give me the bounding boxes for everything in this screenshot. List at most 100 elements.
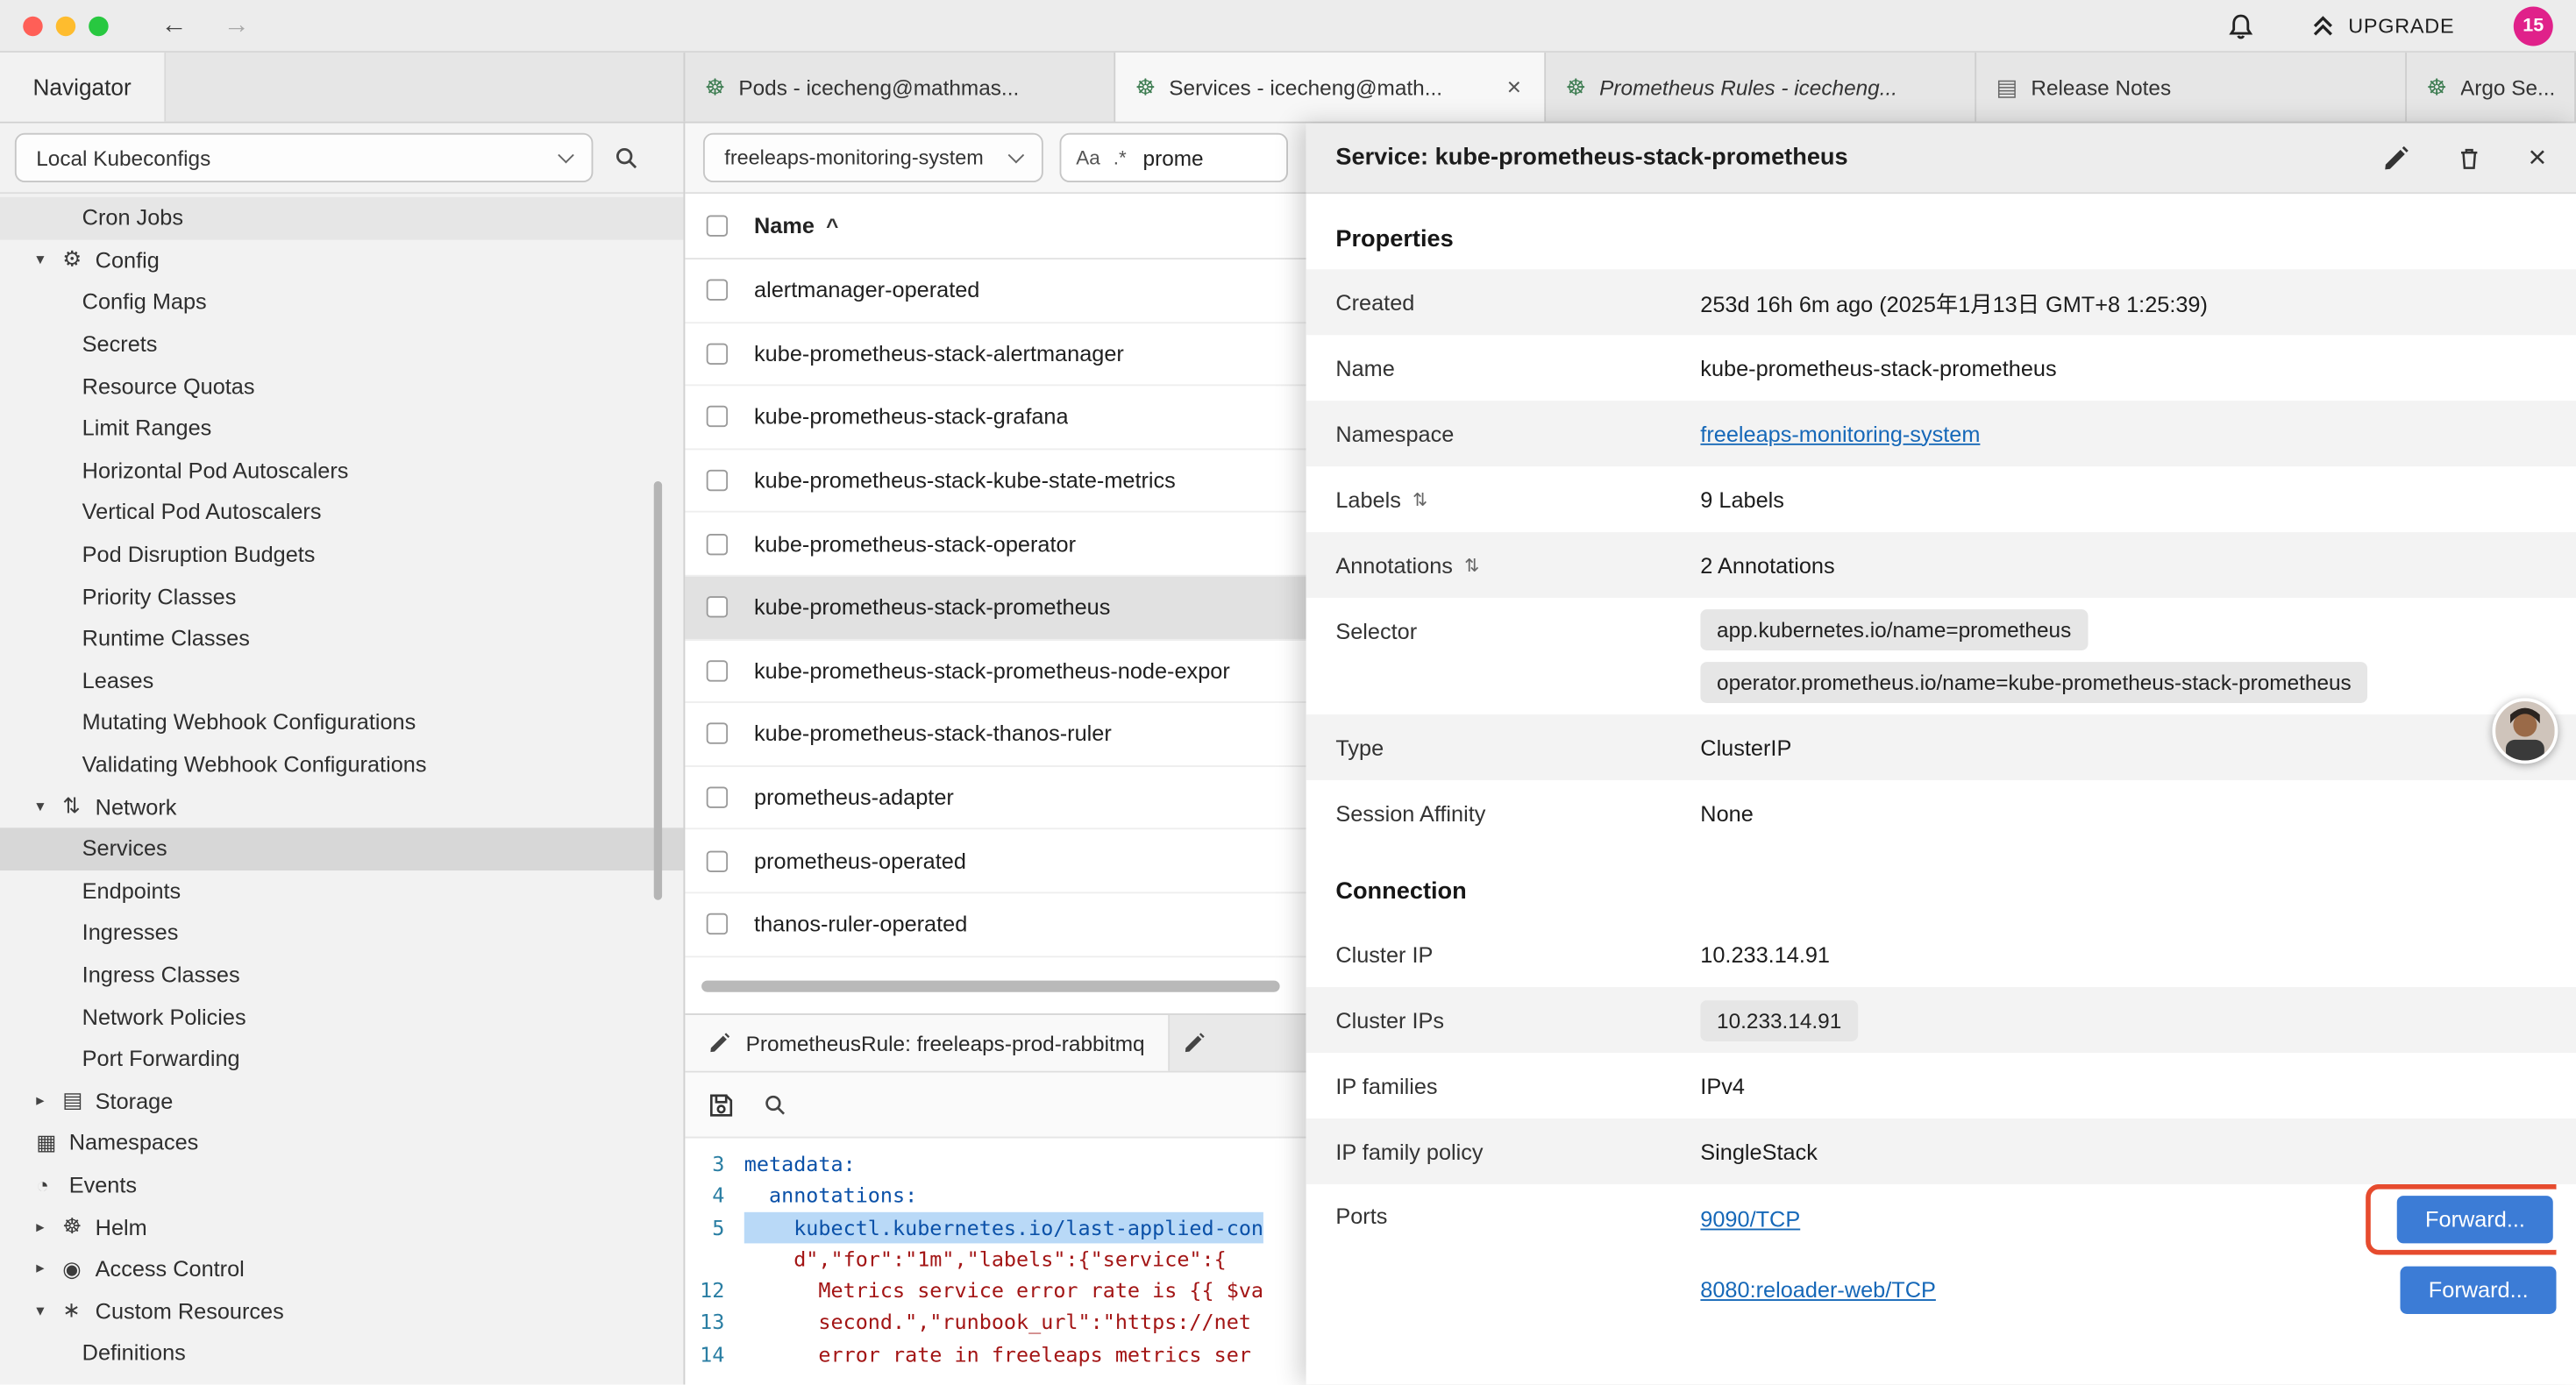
sidebar-item-label: Definitions xyxy=(82,1341,186,1366)
sort-ascending-icon[interactable]: ^ xyxy=(826,214,838,238)
table-row-kube-prometheus-stack-thanos-ruler[interactable]: kube-prometheus-stack-thanos-ruler xyxy=(685,703,1306,766)
table-horizontal-scrollbar[interactable] xyxy=(701,980,1280,991)
row-checkbox[interactable] xyxy=(707,280,728,301)
pencil-icon xyxy=(2382,144,2410,172)
sidebar-item-ingresses[interactable]: Ingresses xyxy=(0,912,683,954)
row-checkbox[interactable] xyxy=(707,597,728,618)
close-drawer-button[interactable]: × xyxy=(2528,142,2546,174)
tab-argo-se[interactable]: ☸Argo Se... xyxy=(2407,53,2576,122)
sidebar-item-namespaces[interactable]: ▦Namespaces xyxy=(0,1122,683,1164)
sidebar-item-config-maps[interactable]: Config Maps xyxy=(0,281,683,323)
row-checkbox[interactable] xyxy=(707,913,728,934)
close-window-button[interactable] xyxy=(23,16,42,35)
sidebar-item-secrets[interactable]: Secrets xyxy=(0,323,683,366)
editor-search-icon[interactable] xyxy=(762,1091,788,1118)
minimize-window-button[interactable] xyxy=(56,16,75,35)
sidebar-item-runtime-classes[interactable]: Runtime Classes xyxy=(0,617,683,659)
table-row-alertmanager-operated[interactable]: alertmanager-operated xyxy=(685,259,1306,323)
dock-tab-prometheusrule[interactable]: PrometheusRule: freeleaps-prod-rabbitmq xyxy=(685,1015,1169,1071)
namespace-link[interactable]: freeleaps-monitoring-system xyxy=(1700,422,1980,446)
dock-tab-next-partial[interactable] xyxy=(1170,1015,1206,1071)
sidebar-item-helm[interactable]: ▸☸Helm xyxy=(0,1206,683,1248)
chevron-down-icon[interactable]: ▾ xyxy=(36,1302,62,1320)
row-checkbox[interactable] xyxy=(707,723,728,744)
sidebar-item-resource-quotas[interactable]: Resource Quotas xyxy=(0,366,683,408)
sidebar-item-horizontal-pod-autoscalers[interactable]: Horizontal Pod Autoscalers xyxy=(0,450,683,492)
sidebar-search-icon[interactable] xyxy=(613,144,641,172)
zoom-window-button[interactable] xyxy=(89,16,108,35)
search-input[interactable] xyxy=(1140,144,1238,172)
notifications-bell-icon[interactable] xyxy=(2227,11,2257,40)
tab-release-notes[interactable]: ▤Release Notes xyxy=(1976,53,2407,122)
history-back-button[interactable]: ← xyxy=(151,12,196,39)
save-icon[interactable] xyxy=(707,1090,737,1119)
sidebar-item-config[interactable]: ▾⚙Config xyxy=(0,239,683,281)
port-forward-button[interactable]: Forward... xyxy=(2397,1196,2553,1243)
kubeconfig-selector[interactable]: Local Kubeconfigs xyxy=(15,133,594,182)
sidebar-item-cron-jobs[interactable]: Cron Jobs xyxy=(0,197,683,239)
row-checkbox[interactable] xyxy=(707,850,728,871)
sidebar-item-port-forwarding[interactable]: Port Forwarding xyxy=(0,1038,683,1080)
sidebar-item-limit-ranges[interactable]: Limit Ranges xyxy=(0,408,683,450)
sidebar-item-network[interactable]: ▾⇅Network xyxy=(0,785,683,827)
row-checkbox[interactable] xyxy=(707,660,728,681)
table-row-kube-prometheus-stack-prometheus[interactable]: kube-prometheus-stack-prometheus xyxy=(685,577,1306,640)
sidebar-item-vertical-pod-autoscalers[interactable]: Vertical Pod Autoscalers xyxy=(0,492,683,534)
sidebar-item-definitions[interactable]: Definitions xyxy=(0,1332,683,1374)
table-row-kube-prometheus-stack-grafana[interactable]: kube-prometheus-stack-grafana xyxy=(685,387,1306,450)
list-search-box[interactable]: Aa .* xyxy=(1060,133,1288,182)
sort-toggle-icon[interactable]: ⇅ xyxy=(1413,488,1427,509)
table-row-prometheus-adapter[interactable]: prometheus-adapter xyxy=(685,767,1306,830)
history-forward-button[interactable]: → xyxy=(214,12,260,39)
tab-services-icecheng-math[interactable]: ☸Services - icecheng@math...× xyxy=(1115,53,1546,122)
name-column-header[interactable]: Name xyxy=(754,214,815,238)
upgrade-button[interactable]: UPGRADE xyxy=(2309,11,2454,40)
select-all-checkbox[interactable] xyxy=(707,215,728,236)
delete-button[interactable] xyxy=(2456,144,2482,172)
match-case-toggle[interactable]: Aa xyxy=(1076,146,1100,169)
sidebar-item-validating-webhook-configurations[interactable]: Validating Webhook Configurations xyxy=(0,743,683,785)
row-checkbox[interactable] xyxy=(707,533,728,554)
sidebar-item-leases[interactable]: Leases xyxy=(0,659,683,701)
sidebar-item-endpoints[interactable]: Endpoints xyxy=(0,870,683,912)
sidebar-item-priority-classes[interactable]: Priority Classes xyxy=(0,575,683,617)
row-checkbox[interactable] xyxy=(707,343,728,364)
sidebar-scrollbar[interactable] xyxy=(654,481,662,900)
table-row-kube-prometheus-stack-alertmanager[interactable]: kube-prometheus-stack-alertmanager xyxy=(685,323,1306,386)
close-tab-icon[interactable]: × xyxy=(1504,73,1525,101)
tab-pods-icecheng-mathmas[interactable]: ☸Pods - icecheng@mathmas... xyxy=(685,53,1115,122)
floating-user-avatar[interactable] xyxy=(2492,698,2558,764)
chevron-right-icon[interactable]: ▸ xyxy=(36,1260,62,1278)
row-checkbox[interactable] xyxy=(707,470,728,491)
table-row-kube-prometheus-stack-prometheus-node-expor[interactable]: kube-prometheus-stack-prometheus-node-ex… xyxy=(685,640,1306,703)
sidebar-item-access-control[interactable]: ▸◉Access Control xyxy=(0,1248,683,1290)
table-row-kube-prometheus-stack-kube-state-metrics[interactable]: kube-prometheus-stack-kube-state-metrics xyxy=(685,450,1306,513)
chevron-right-icon[interactable]: ▸ xyxy=(36,1092,62,1111)
yaml-editor[interactable]: 3metadata:4 annotations:5 kubectl.kubern… xyxy=(685,1138,1306,1384)
port-link[interactable]: 8080:reloader-web/TCP xyxy=(1700,1278,1936,1303)
table-row-thanos-ruler-operated[interactable]: thanos-ruler-operated xyxy=(685,893,1306,956)
port-link[interactable]: 9090/TCP xyxy=(1700,1207,1800,1232)
chevron-right-icon[interactable]: ▸ xyxy=(36,1218,62,1236)
sidebar-item-ingress-classes[interactable]: Ingress Classes xyxy=(0,954,683,996)
row-checkbox[interactable] xyxy=(707,407,728,428)
sidebar-item-storage[interactable]: ▸▤Storage xyxy=(0,1080,683,1122)
sidebar-item-pod-disruption-budgets[interactable]: Pod Disruption Budgets xyxy=(0,533,683,575)
table-row-kube-prometheus-stack-operator[interactable]: kube-prometheus-stack-operator xyxy=(685,513,1306,576)
edit-button[interactable] xyxy=(2382,144,2410,172)
tab-label: Argo Se... xyxy=(2460,75,2555,99)
sidebar-item-services[interactable]: Services xyxy=(0,827,683,870)
row-checkbox[interactable] xyxy=(707,787,728,808)
regex-toggle[interactable]: .* xyxy=(1114,146,1127,169)
chevron-down-icon[interactable]: ▾ xyxy=(36,251,62,269)
port-forward-button[interactable]: Forward... xyxy=(2401,1267,2557,1314)
sidebar-item-custom-resources[interactable]: ▾∗Custom Resources xyxy=(0,1290,683,1332)
sidebar-item-network-policies[interactable]: Network Policies xyxy=(0,996,683,1038)
tab-prometheus-rules-icecheng[interactable]: ☸Prometheus Rules - icecheng... xyxy=(1546,53,1976,122)
sidebar-item-events[interactable]: ◔Events xyxy=(0,1164,683,1206)
namespace-selector[interactable]: freeleaps-monitoring-system xyxy=(703,133,1043,182)
sort-toggle-icon[interactable]: ⇅ xyxy=(1464,554,1479,575)
chevron-down-icon[interactable]: ▾ xyxy=(36,798,62,816)
sidebar-item-mutating-webhook-configurations[interactable]: Mutating Webhook Configurations xyxy=(0,701,683,743)
table-row-prometheus-operated[interactable]: prometheus-operated xyxy=(685,830,1306,893)
